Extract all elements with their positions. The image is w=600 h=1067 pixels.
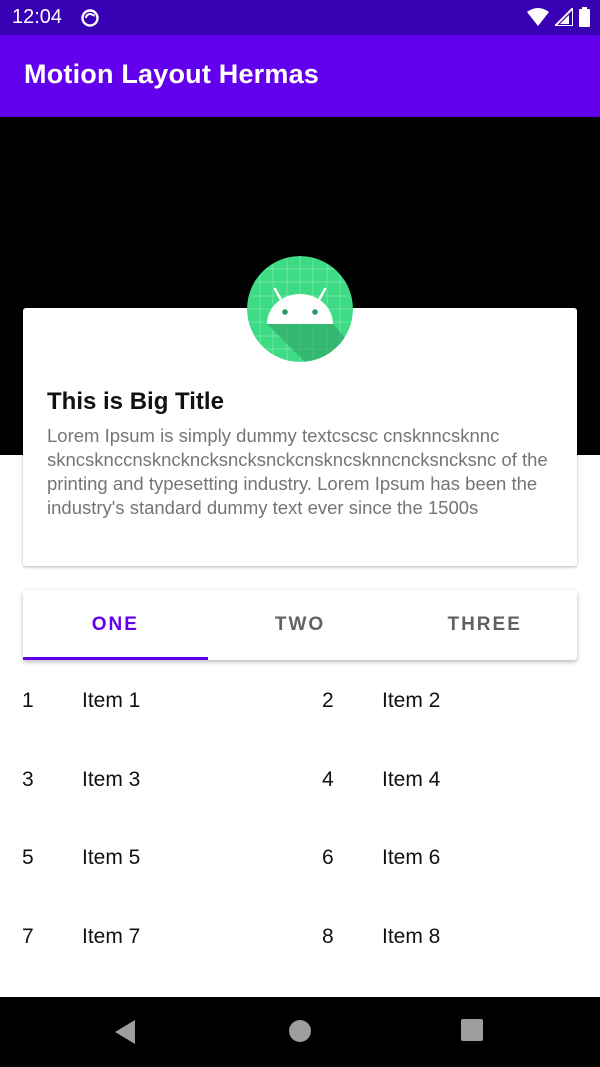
tab-two[interactable]: TWO [208,590,393,660]
item-label: Item 4 [382,767,441,791]
status-time: 12:04 [12,6,63,28]
back-icon[interactable] [113,1019,137,1045]
sync-icon [81,9,99,27]
list-item[interactable]: 5 Item 5 [0,820,300,899]
home-icon[interactable] [288,1019,312,1043]
list-item[interactable]: 2 Item 2 [300,663,600,742]
android-icon [247,256,353,362]
item-label: Item 7 [82,924,141,948]
list-item[interactable]: 3 Item 3 [0,742,300,821]
item-label: Item 5 [82,846,141,869]
card-title: This is Big Title [47,388,224,415]
app-bar: Motion Layout Hermas [0,35,600,117]
item-label: Item 8 [382,924,441,948]
item-number: 2 [322,689,334,712]
list-item[interactable]: 8 Item 8 [300,899,600,978]
item-number: 7 [22,924,34,948]
list-item[interactable]: 7 Item 7 [0,899,300,978]
item-number: 5 [22,846,34,869]
item-number: 4 [322,767,334,791]
item-label: Item 6 [382,846,441,869]
status-icons [527,7,590,27]
item-number: 8 [322,924,334,948]
status-bar: 12:04 [0,0,600,35]
tab-bar: ONE TWO THREE [23,590,577,660]
wifi-icon [527,8,549,26]
signal-icon [555,8,573,26]
list-item[interactable]: 6 Item 6 [300,820,600,899]
list-item[interactable]: 1 Item 1 [0,663,300,742]
battery-icon [579,7,590,27]
item-number: 3 [22,767,34,791]
card-body: Lorem Ipsum is simply dummy textcscsc cn… [47,425,548,518]
app-title: Motion Layout Hermas [24,59,320,89]
tab-one[interactable]: ONE [23,590,208,660]
recents-icon[interactable] [461,1019,483,1041]
item-label: Item 3 [82,767,141,791]
item-grid: 1 Item 1 2 Item 2 3 Item 3 4 Item 4 5 It… [0,663,600,977]
item-label: Item 1 [82,689,141,712]
item-number: 1 [22,689,34,712]
item-label: Item 2 [382,689,441,712]
item-number: 6 [322,846,334,869]
navigation-bar [0,997,600,1067]
tab-three[interactable]: THREE [392,590,577,660]
list-item[interactable]: 4 Item 4 [300,742,600,821]
